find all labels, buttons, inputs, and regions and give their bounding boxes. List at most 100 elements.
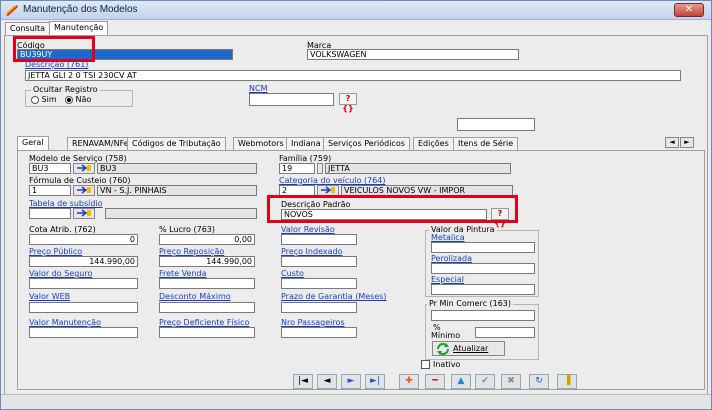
close-button[interactable]: ✕	[674, 3, 704, 17]
modelo-servico-lookup-icon[interactable]	[73, 163, 95, 174]
subtab-geral[interactable]: Geral	[17, 136, 49, 151]
subtab-itens-serie[interactable]: Itens de Série	[453, 137, 519, 150]
nav-prev-icon[interactable]: ◄	[317, 374, 337, 389]
preco-deficiente-label[interactable]: Preço Deficiente Físico	[159, 318, 249, 327]
nro-passageiros-input[interactable]	[281, 327, 357, 338]
subtab-edicoes[interactable]: Edições	[413, 137, 454, 150]
descricao-label[interactable]: Descrição (761)	[25, 60, 88, 69]
preco-deficiente-input[interactable]	[159, 327, 255, 338]
radio-sim-circle[interactable]	[31, 95, 39, 104]
valor-web-label[interactable]: Valor WEB	[29, 292, 70, 301]
preco-reposicao-input[interactable]: 144.990,00	[159, 256, 255, 267]
tabela-subsidio-label[interactable]: Tabela de subsídio	[29, 199, 103, 208]
nav-cancel-icon[interactable]: ✖	[501, 374, 521, 389]
familia-code[interactable]: 19	[279, 163, 315, 174]
pr-min-minimo-input[interactable]	[475, 327, 535, 338]
metalica-label[interactable]: Metalica	[431, 233, 465, 242]
metalica-input[interactable]	[431, 242, 535, 253]
tab-scroll-left-icon[interactable]: ◄	[665, 137, 679, 148]
tab-consulta[interactable]: Consulta	[5, 22, 51, 35]
desconto-maximo-label[interactable]: Desconto Máximo	[159, 292, 231, 301]
atualizar-button[interactable]: Atualizar	[432, 341, 505, 356]
frete-venda-label[interactable]: Frete Venda	[159, 269, 206, 278]
preco-publico-label[interactable]: Preço Público	[29, 247, 82, 256]
valor-revisao-label[interactable]: Valor Revisão	[281, 225, 335, 234]
preco-reposicao-label[interactable]: Preço Reposição	[159, 247, 224, 256]
nav-last-icon[interactable]: ►|	[365, 374, 385, 389]
atualizar-label: Atualizar	[453, 344, 489, 353]
main-window: Manutenção dos Modelos ✕ Consulta Manute…	[0, 0, 712, 410]
pr-min-input[interactable]	[431, 310, 535, 321]
formula-custeio-value: VN - S.J. PINHAIS	[97, 185, 257, 196]
nav-refresh-icon[interactable]: ↻	[529, 374, 549, 389]
subtab-webmotors[interactable]: Webmotors	[233, 137, 289, 150]
radio-sim-label: Sim	[41, 95, 57, 104]
tabela-subsidio-lookup-icon[interactable]	[73, 208, 95, 219]
refresh-icon	[436, 343, 450, 359]
desconto-maximo-input[interactable]	[159, 302, 255, 313]
nav-edit-icon[interactable]: ▲	[451, 374, 471, 389]
familia-label: Família (759)	[279, 154, 332, 163]
blank-field[interactable]	[457, 118, 535, 131]
nav-first-icon[interactable]: |◄	[293, 374, 313, 389]
ncm-input[interactable]	[249, 93, 334, 106]
pr-min-minimo-label: Mínimo	[431, 331, 461, 340]
lucro-input[interactable]: 0,00	[159, 234, 255, 245]
ncm-search-button[interactable]: ?{}	[339, 93, 357, 113]
valor-manutencao-input[interactable]	[29, 327, 138, 338]
perolizada-input[interactable]	[431, 263, 535, 274]
preco-indexado-input[interactable]	[281, 256, 357, 267]
prazo-garantia-label[interactable]: Prazo de Garantia (Meses)	[281, 292, 387, 301]
valor-seguro-label[interactable]: Valor do Seguro	[29, 269, 92, 278]
marca-input[interactable]: VOLKSWAGEN	[307, 49, 519, 60]
radio-nao-circle[interactable]	[65, 95, 73, 104]
frete-venda-input[interactable]	[159, 278, 255, 289]
cota-atrib-input[interactable]: 0	[29, 234, 138, 245]
familia-value: JETTA	[325, 163, 511, 174]
tab-manutencao[interactable]: Manutenção	[49, 21, 109, 36]
pr-min-label: Pr Min Comerc (163)	[427, 299, 514, 308]
nav-exit-icon[interactable]: ▐	[557, 374, 577, 389]
subtab-renavam[interactable]: RENAVAM/NFe	[67, 137, 134, 150]
valor-web-input[interactable]	[29, 302, 138, 313]
tab-scroll-right-icon[interactable]: ►	[680, 137, 694, 148]
preco-publico-input[interactable]: 144.990,00	[29, 256, 138, 267]
especial-input[interactable]	[431, 284, 535, 295]
valor-seguro-input[interactable]	[29, 278, 138, 289]
modelo-servico-value: BU3	[97, 163, 257, 174]
prazo-garantia-input[interactable]	[281, 302, 357, 313]
radio-nao[interactable]: Não	[65, 95, 91, 104]
custo-input[interactable]	[281, 278, 357, 289]
valor-manutencao-label[interactable]: Valor Manutenção	[29, 318, 101, 327]
preco-indexado-label[interactable]: Preço Indexado	[281, 247, 342, 256]
window-title: Manutenção dos Modelos	[23, 4, 138, 15]
ncm-label[interactable]: NCM	[249, 84, 267, 93]
especial-label[interactable]: Especial	[431, 275, 464, 284]
perolizada-label[interactable]: Perolizada	[431, 254, 472, 263]
radio-sim[interactable]: Sim	[31, 95, 57, 104]
tabela-subsidio-value	[105, 208, 257, 219]
nav-delete-icon[interactable]: ━	[425, 374, 445, 389]
modelo-servico-code[interactable]: BU3	[29, 163, 71, 174]
formula-custeio-lookup-icon[interactable]	[73, 185, 95, 196]
formula-custeio-label: Fórmula de Custeio (760)	[29, 176, 131, 185]
categoria-label[interactable]: Categoria do veículo (764)	[279, 176, 386, 185]
nav-insert-icon[interactable]: ✚	[399, 374, 419, 389]
cota-atrib-label: Cota Atrib. (762)	[29, 225, 96, 234]
subtab-codigos-tributacao[interactable]: Códigos de Tributação	[127, 137, 226, 150]
inativo-checkbox[interactable]	[421, 360, 430, 369]
nav-next-icon[interactable]: ►	[341, 374, 361, 389]
subtab-servicos-periodicos[interactable]: Serviços Periódicos	[323, 137, 410, 150]
formula-custeio-code[interactable]: 1	[29, 185, 71, 196]
descricao-input[interactable]: JETTA GLI 2 0 TSI 230CV AT	[25, 70, 681, 81]
nav-post-icon[interactable]: ✔	[475, 374, 495, 389]
inativo-label: Inativo	[433, 360, 461, 369]
valor-revisao-input[interactable]	[281, 234, 357, 245]
custo-label[interactable]: Custo	[281, 269, 304, 278]
familia-lookup-icon[interactable]	[317, 163, 323, 174]
subtab-indiana[interactable]: Indiana	[286, 137, 326, 150]
nro-passageiros-label[interactable]: Nro Passageiros	[281, 318, 345, 327]
tabela-subsidio-code[interactable]	[29, 208, 71, 219]
title-bar: Manutenção dos Modelos ✕	[1, 1, 711, 20]
ocultar-registro-label: Ocultar Registro	[31, 85, 100, 94]
